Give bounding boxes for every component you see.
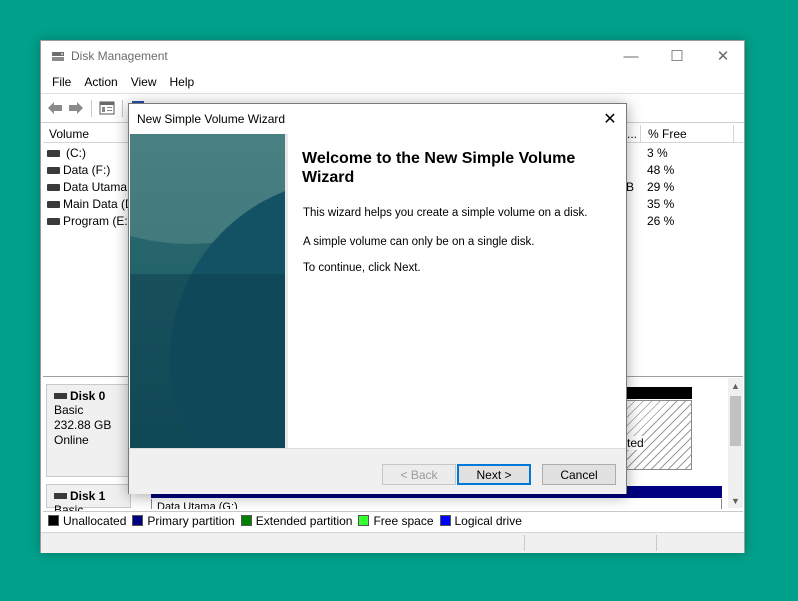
menu-help[interactable]: Help bbox=[164, 71, 202, 93]
disk-1-name-row: Disk 1 bbox=[54, 489, 130, 503]
cancel-button[interactable]: Cancel bbox=[542, 464, 616, 485]
close-button[interactable]: ✕ bbox=[700, 41, 746, 71]
forward-arrow-icon[interactable] bbox=[67, 99, 85, 117]
disk-name: Disk 0 bbox=[70, 389, 106, 403]
toolbar-separator bbox=[122, 100, 123, 117]
new-simple-volume-wizard: New Simple Volume Wizard ✕ Welcome to th… bbox=[128, 103, 627, 494]
wizard-close-button[interactable]: ✕ bbox=[595, 107, 625, 131]
disk-0-name-row: Disk 0 bbox=[54, 389, 130, 403]
back-button[interactable]: < Back bbox=[382, 464, 456, 485]
volume-free-percent: 3 % bbox=[647, 146, 668, 160]
partition-label-fragment: Data Utama (G:) bbox=[157, 501, 238, 509]
wizard-heading: Welcome to the New Simple Volume Wizard bbox=[302, 150, 576, 186]
legend-item: Unallocated bbox=[48, 514, 126, 528]
legend-label: Extended partition bbox=[255, 513, 353, 528]
partition-label-fragment: ted bbox=[627, 436, 644, 450]
disk-name: Disk 1 bbox=[70, 489, 106, 503]
drive-icon bbox=[47, 201, 60, 208]
volume-free-percent: 48 % bbox=[647, 163, 675, 177]
wizard-paragraph: To continue, click Next. bbox=[303, 262, 421, 274]
legend-item: Extended partition bbox=[240, 513, 353, 528]
title-bar[interactable]: Disk Management — ☐ ✕ bbox=[41, 41, 744, 71]
banner-shape bbox=[130, 274, 285, 448]
column-divider[interactable] bbox=[733, 125, 734, 143]
legend-label: Primary partition bbox=[147, 513, 235, 528]
legend: Unallocated Primary partition Extended p… bbox=[43, 511, 743, 529]
vertical-scrollbar[interactable]: ▲ ▼ bbox=[728, 378, 743, 508]
wizard-banner-image bbox=[130, 134, 288, 448]
volume-free-percent: 26 % bbox=[647, 214, 675, 228]
swatch-extended bbox=[240, 515, 252, 526]
wizard-paragraph: This wizard helps you create a simple vo… bbox=[303, 207, 588, 219]
unallocated-partition[interactable] bbox=[626, 400, 692, 470]
column-divider[interactable] bbox=[640, 125, 641, 143]
maximize-button[interactable]: ☐ bbox=[654, 41, 700, 71]
minimize-icon: — bbox=[623, 47, 639, 65]
menu-view[interactable]: View bbox=[125, 71, 164, 93]
disk-type: Basic bbox=[54, 403, 84, 417]
scroll-thumb[interactable] bbox=[730, 396, 741, 446]
scroll-up-icon[interactable]: ▲ bbox=[728, 378, 743, 393]
menu-action[interactable]: Action bbox=[78, 71, 124, 93]
disk-icon bbox=[54, 493, 67, 499]
close-icon: ✕ bbox=[603, 111, 617, 128]
disk-size: 232.88 GB bbox=[54, 418, 112, 432]
volume-name: Program (E:) bbox=[63, 214, 132, 228]
drive-icon bbox=[47, 150, 60, 157]
volume-name: Data (F:) bbox=[63, 163, 111, 177]
drive-icon bbox=[47, 167, 60, 174]
volume-name: Main Data (D bbox=[63, 197, 134, 211]
swatch-free-space bbox=[358, 515, 370, 526]
scroll-down-icon[interactable]: ▼ bbox=[728, 493, 743, 508]
close-icon: ✕ bbox=[716, 48, 730, 65]
unallocated-bar bbox=[626, 387, 692, 399]
volume-free-percent: 35 % bbox=[647, 197, 675, 211]
wizard-footer: < Back Next > Cancel bbox=[129, 448, 626, 494]
maximize-icon: ☐ bbox=[670, 48, 684, 65]
disk-type: Basic bbox=[54, 503, 84, 511]
minimize-button[interactable]: — bbox=[608, 41, 654, 71]
properties-icon[interactable] bbox=[98, 99, 116, 117]
status-bar bbox=[41, 532, 744, 553]
column-header-percent-free[interactable]: % Free bbox=[648, 127, 687, 141]
swatch-primary bbox=[132, 515, 144, 526]
disk-1-label[interactable]: Disk 1 Basic bbox=[46, 484, 131, 511]
column-header-volume[interactable]: Volume bbox=[49, 127, 89, 141]
disk-management-app-icon bbox=[51, 49, 65, 63]
wizard-paragraph: A simple volume can only be on a single … bbox=[303, 236, 535, 248]
column-header-truncated[interactable]: ... bbox=[627, 127, 637, 141]
volume-name: (C:) bbox=[66, 146, 86, 160]
legend-label: Unallocated bbox=[63, 513, 127, 528]
swatch-logical bbox=[439, 515, 451, 526]
menu-file[interactable]: File bbox=[46, 71, 78, 93]
wizard-title-bar[interactable]: New Simple Volume Wizard ✕ bbox=[129, 104, 626, 134]
disk-status: Online bbox=[54, 433, 89, 447]
volume-name: Data Utama bbox=[63, 180, 128, 194]
menu-bar: File Action View Help bbox=[41, 71, 744, 93]
volume-capacity-fragment: B bbox=[626, 180, 635, 194]
next-button[interactable]: Next > bbox=[457, 464, 531, 485]
legend-item: Primary partition bbox=[132, 513, 235, 528]
swatch-unallocated bbox=[48, 515, 59, 526]
legend-label: Free space bbox=[373, 513, 434, 528]
wizard-title: New Simple Volume Wizard bbox=[137, 112, 286, 126]
drive-icon bbox=[47, 218, 60, 225]
toolbar-separator bbox=[91, 100, 92, 117]
volume-free-percent: 29 % bbox=[647, 180, 675, 194]
disk-icon bbox=[54, 393, 67, 399]
disk-1-partition[interactable]: Data Utama (G:) bbox=[151, 499, 722, 509]
legend-item: Free space bbox=[358, 513, 434, 528]
status-segment bbox=[524, 535, 525, 551]
disk-0-label[interactable]: Disk 0 Basic 232.88 GB Online bbox=[46, 384, 131, 477]
legend-item: Logical drive bbox=[439, 513, 522, 528]
status-segment bbox=[656, 535, 657, 551]
drive-icon bbox=[47, 184, 60, 191]
back-arrow-icon[interactable] bbox=[46, 99, 64, 117]
window-title: Disk Management bbox=[71, 49, 168, 63]
legend-label: Logical drive bbox=[454, 513, 522, 528]
